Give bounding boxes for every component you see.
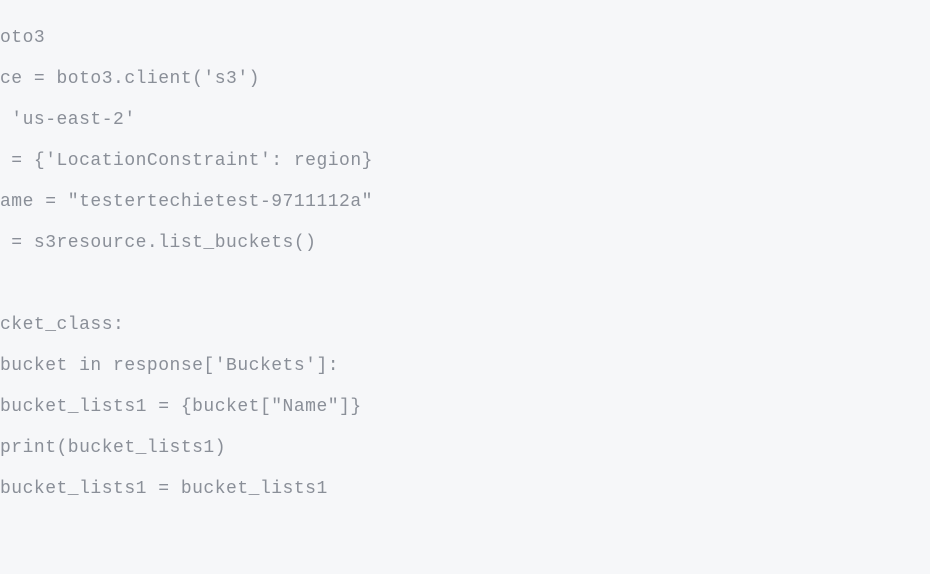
code-block: oto3 ce = boto3.client('s3') 'us-east-2'… (0, 18, 930, 510)
